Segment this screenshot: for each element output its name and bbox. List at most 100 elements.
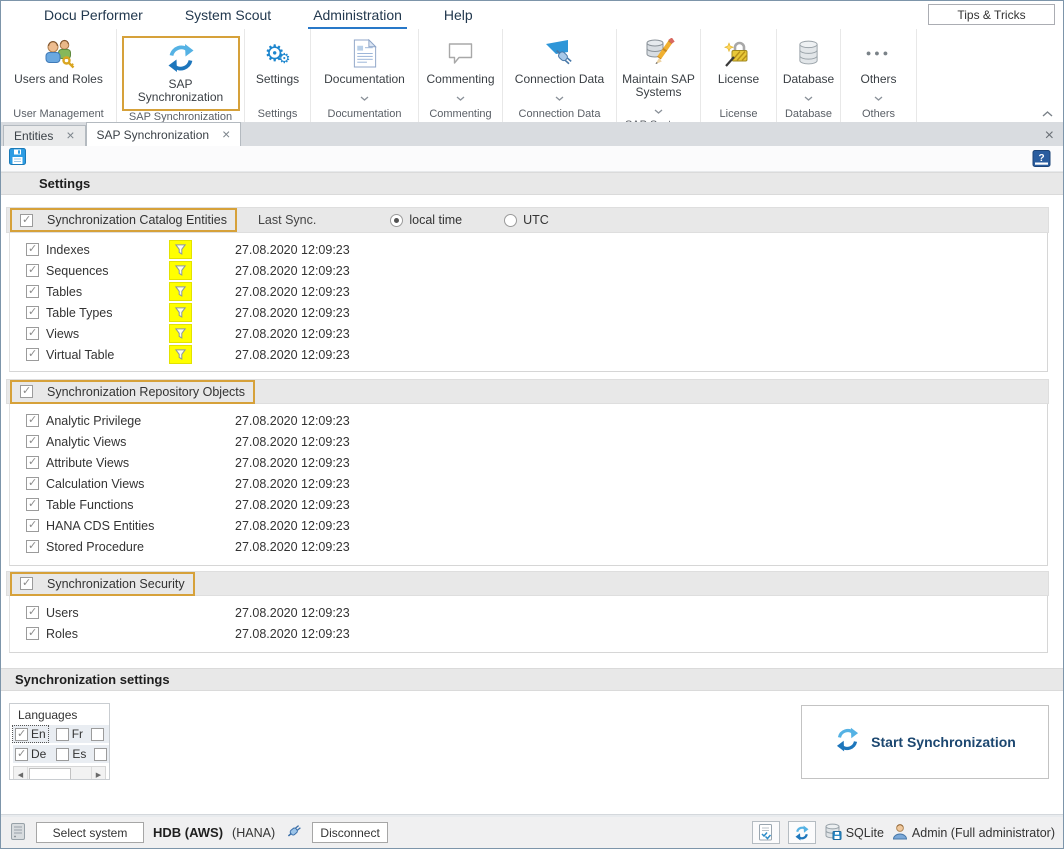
table-types-checkbox[interactable]: [26, 306, 39, 319]
select-system-button[interactable]: Select system: [36, 822, 144, 843]
license-button[interactable]: License: [718, 29, 759, 106]
roles-checkbox[interactable]: [26, 627, 39, 640]
language-checkbox-partial[interactable]: [94, 748, 107, 761]
status-right-group: SQLite Admin (Full administrator): [752, 821, 1055, 844]
tables-checkbox[interactable]: [26, 285, 39, 298]
attribute-views-last-sync: 27.08.2020 12:09:23: [235, 456, 350, 470]
language-fr[interactable]: Fr: [54, 726, 85, 742]
language-en[interactable]: En: [13, 726, 48, 742]
analytic-privilege-last-sync: 27.08.2020 12:09:23: [235, 414, 350, 428]
language-en-checkbox[interactable]: [15, 728, 28, 741]
security-checkbox[interactable]: [20, 577, 33, 590]
system-icon[interactable]: [9, 822, 27, 844]
sequences-checkbox[interactable]: [26, 264, 39, 277]
filter-icon[interactable]: [169, 261, 192, 280]
radio-local-time[interactable]: local time: [390, 213, 462, 227]
menu-help[interactable]: Help: [423, 2, 494, 29]
analytic-privilege-checkbox[interactable]: [26, 414, 39, 427]
ribbon-caption-license: License: [701, 106, 776, 122]
maintain-sap-systems-button[interactable]: Maintain SAP Systems: [617, 29, 700, 119]
filter-icon[interactable]: [169, 303, 192, 322]
close-icon[interactable]: [222, 128, 230, 142]
calculation-views-checkbox[interactable]: [26, 477, 39, 490]
filter-icon[interactable]: [169, 240, 192, 259]
tab-sap-synchronization[interactable]: SAP Synchronization: [86, 122, 242, 146]
disconnect-button[interactable]: Disconnect: [312, 822, 388, 843]
views-checkbox[interactable]: [26, 327, 39, 340]
analytic-privilege-label: Analytic Privilege: [46, 414, 235, 428]
tips-and-tricks-button[interactable]: Tips & Tricks: [928, 4, 1055, 25]
indexes-checkbox[interactable]: [26, 243, 39, 256]
ribbon-group-user-management: Users and Roles User Management: [1, 29, 117, 122]
sap-synchronization-button[interactable]: SAP Synchronization: [122, 29, 240, 111]
language-fr-checkbox[interactable]: [56, 728, 69, 741]
sync-status-button[interactable]: [788, 821, 816, 844]
catalog-checkbox-group[interactable]: Synchronization Catalog Entities: [10, 208, 237, 232]
close-icon[interactable]: [66, 129, 74, 143]
attribute-views-checkbox[interactable]: [26, 456, 39, 469]
menu-system-scout[interactable]: System Scout: [164, 2, 292, 29]
chevron-down-icon: [874, 88, 883, 106]
document-toolbar: ?: [1, 146, 1063, 172]
virtual-table-checkbox[interactable]: [26, 348, 39, 361]
roles-last-sync: 27.08.2020 12:09:23: [235, 627, 350, 641]
info-help-icon[interactable]: ?: [1032, 150, 1051, 172]
database-button[interactable]: Database: [783, 29, 834, 106]
filter-icon[interactable]: [169, 282, 192, 301]
chevron-down-icon: [555, 88, 564, 106]
close-icon[interactable]: [1045, 127, 1054, 145]
analytic-views-checkbox[interactable]: [26, 435, 39, 448]
catalog-row-table-types: Table Types 27.08.2020 12:09:23: [10, 302, 1047, 323]
security-checkbox-group[interactable]: Synchronization Security: [10, 572, 195, 596]
scroll-left-icon[interactable]: [14, 767, 28, 780]
language-es[interactable]: Es: [54, 746, 88, 762]
commenting-button[interactable]: Commenting: [426, 29, 494, 106]
sqlite-database-icon: [824, 823, 842, 843]
scroll-right-icon[interactable]: [91, 767, 105, 780]
chevron-down-icon: [804, 88, 813, 106]
document-check-button[interactable]: [752, 821, 780, 844]
filter-icon[interactable]: [169, 324, 192, 343]
language-es-checkbox[interactable]: [56, 748, 69, 761]
catalog-row-indexes: Indexes 27.08.2020 12:09:23: [10, 239, 1047, 260]
languages-scrollbar[interactable]: [13, 766, 106, 780]
hana-cds-entities-checkbox[interactable]: [26, 519, 39, 532]
users-label: Users: [46, 606, 235, 620]
users-and-roles-button[interactable]: Users and Roles: [14, 29, 103, 106]
catalog-title: Synchronization Catalog Entities: [47, 213, 227, 227]
users-checkbox[interactable]: [26, 606, 39, 619]
language-de-checkbox[interactable]: [15, 748, 28, 761]
save-icon[interactable]: [9, 148, 26, 170]
scrollbar-thumb[interactable]: [29, 768, 71, 780]
start-synchronization-button[interactable]: Start Synchronization: [801, 705, 1049, 779]
last-sync-label: Last Sync.: [258, 213, 316, 227]
connection-data-button[interactable]: Connection Data: [515, 29, 604, 106]
views-label: Views: [46, 327, 169, 341]
settings-button[interactable]: Settings: [256, 29, 299, 106]
ribbon-group-commenting: Commenting Commenting: [419, 29, 503, 122]
languages-groupbox: Languages En Fr De Es: [9, 703, 110, 780]
repository-checkbox[interactable]: [20, 385, 33, 398]
system-type: (HANA): [232, 826, 275, 840]
table-functions-checkbox[interactable]: [26, 498, 39, 511]
radio-utc[interactable]: UTC: [504, 213, 549, 227]
tab-entities[interactable]: Entities: [3, 125, 86, 146]
menu-administration[interactable]: Administration: [292, 2, 423, 29]
calculation-views-last-sync: 27.08.2020 12:09:23: [235, 477, 350, 491]
language-row-1: En Fr: [13, 725, 110, 743]
radio-utc-control[interactable]: [504, 214, 517, 227]
virtual-table-label: Virtual Table: [46, 348, 169, 362]
stored-procedure-checkbox[interactable]: [26, 540, 39, 553]
others-button[interactable]: Others: [860, 29, 896, 106]
tab-entities-label: Entities: [14, 129, 53, 143]
filter-icon[interactable]: [169, 345, 192, 364]
language-de[interactable]: De: [13, 746, 48, 762]
ribbon-collapse-icon[interactable]: [1042, 104, 1053, 122]
menu-docu-performer[interactable]: Docu Performer: [23, 2, 164, 29]
language-checkbox-partial[interactable]: [91, 728, 104, 741]
radio-local-time-control[interactable]: [390, 214, 403, 227]
catalog-checkbox[interactable]: [20, 214, 33, 227]
documentation-button[interactable]: Documentation: [324, 29, 405, 106]
radio-local-time-label: local time: [409, 213, 462, 227]
repository-checkbox-group[interactable]: Synchronization Repository Objects: [10, 380, 255, 404]
